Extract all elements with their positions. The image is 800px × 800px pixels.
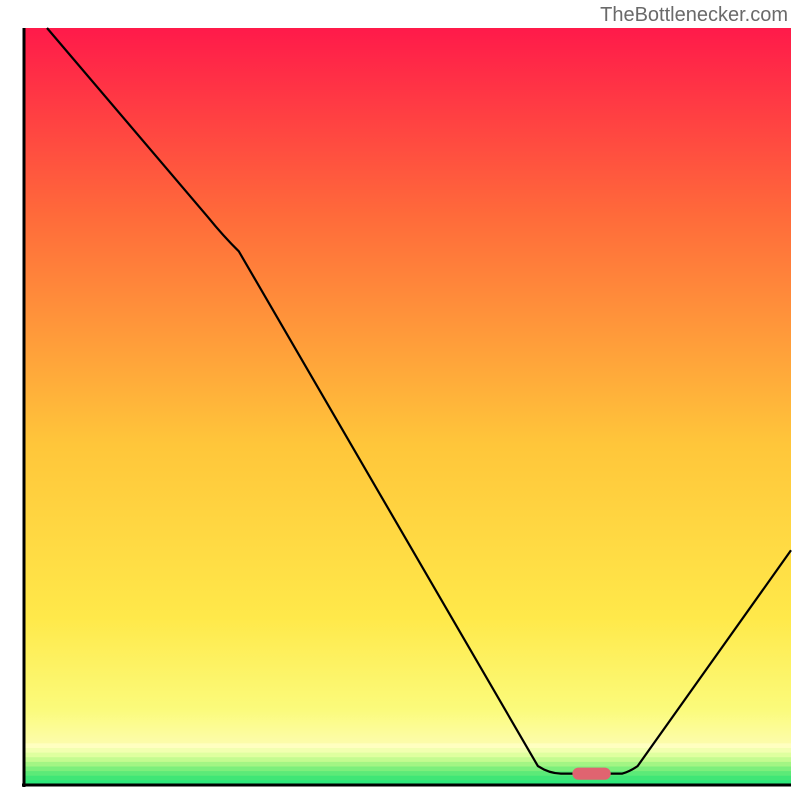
watermark-text: TheBottlenecker.com xyxy=(600,4,788,27)
bottleneck-chart xyxy=(0,0,800,800)
chart-container: TheBottlenecker.com xyxy=(0,0,800,800)
bottom-color-bands xyxy=(24,743,791,785)
optimum-marker xyxy=(572,768,610,780)
plot-background-gradient xyxy=(24,28,791,785)
